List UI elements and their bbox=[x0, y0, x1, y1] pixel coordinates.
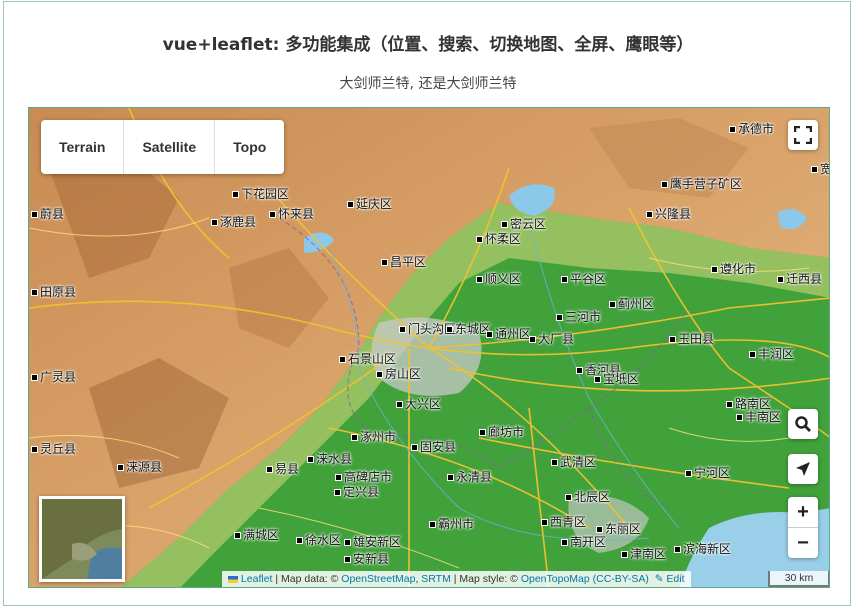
page-title: vue+leaflet: 多功能集成（位置、搜索、切换地图、全屏、鹰眼等） bbox=[162, 35, 694, 55]
osm-link[interactable]: OpenStreetMap bbox=[341, 573, 415, 585]
topo-basemap[interactable] bbox=[29, 108, 830, 588]
layer-topo-button[interactable]: Topo bbox=[215, 120, 284, 174]
zoom-out-button[interactable]: − bbox=[788, 528, 818, 558]
search-button[interactable] bbox=[788, 409, 818, 439]
map-container[interactable]: 承德市宽鹰手营子矿区兴隆县遵化市迁西县下花园区延庆区怀来县涿鹿县密云区怀柔区昌平… bbox=[28, 107, 830, 588]
locate-button[interactable] bbox=[788, 454, 818, 484]
license-link[interactable]: (CC-BY-SA) bbox=[590, 573, 649, 585]
edit-link[interactable]: ✎ Edit bbox=[655, 573, 685, 585]
fullscreen-button[interactable] bbox=[788, 120, 818, 150]
attribution-style: | Map style: © bbox=[450, 573, 521, 585]
locate-arrow-icon bbox=[796, 462, 810, 476]
layer-terrain-button[interactable]: Terrain bbox=[41, 120, 125, 174]
minimap-satellite-image bbox=[42, 499, 122, 579]
srtm-link[interactable]: SRTM bbox=[421, 573, 451, 585]
fullscreen-icon bbox=[794, 126, 812, 144]
leaflet-link[interactable]: Leaflet bbox=[241, 573, 273, 585]
basemap-switcher: Terrain Satellite Topo bbox=[41, 120, 285, 174]
page-subtitle: 大剑师兰特, 还是大剑师兰特 bbox=[339, 76, 517, 92]
scale-bar: 30 km bbox=[768, 571, 829, 587]
zoom-control: + − bbox=[788, 497, 818, 558]
overview-minimap[interactable] bbox=[39, 496, 125, 582]
zoom-in-button[interactable]: + bbox=[788, 497, 818, 528]
flag-icon bbox=[228, 575, 238, 583]
opentopomap-link[interactable]: OpenTopoMap bbox=[521, 573, 590, 585]
search-icon bbox=[795, 416, 811, 432]
map-attribution: Leaflet | Map data: © OpenStreetMap, SRT… bbox=[222, 571, 691, 587]
layer-satellite-button[interactable]: Satellite bbox=[124, 120, 216, 174]
attribution-text: | Map data: © bbox=[272, 573, 342, 585]
